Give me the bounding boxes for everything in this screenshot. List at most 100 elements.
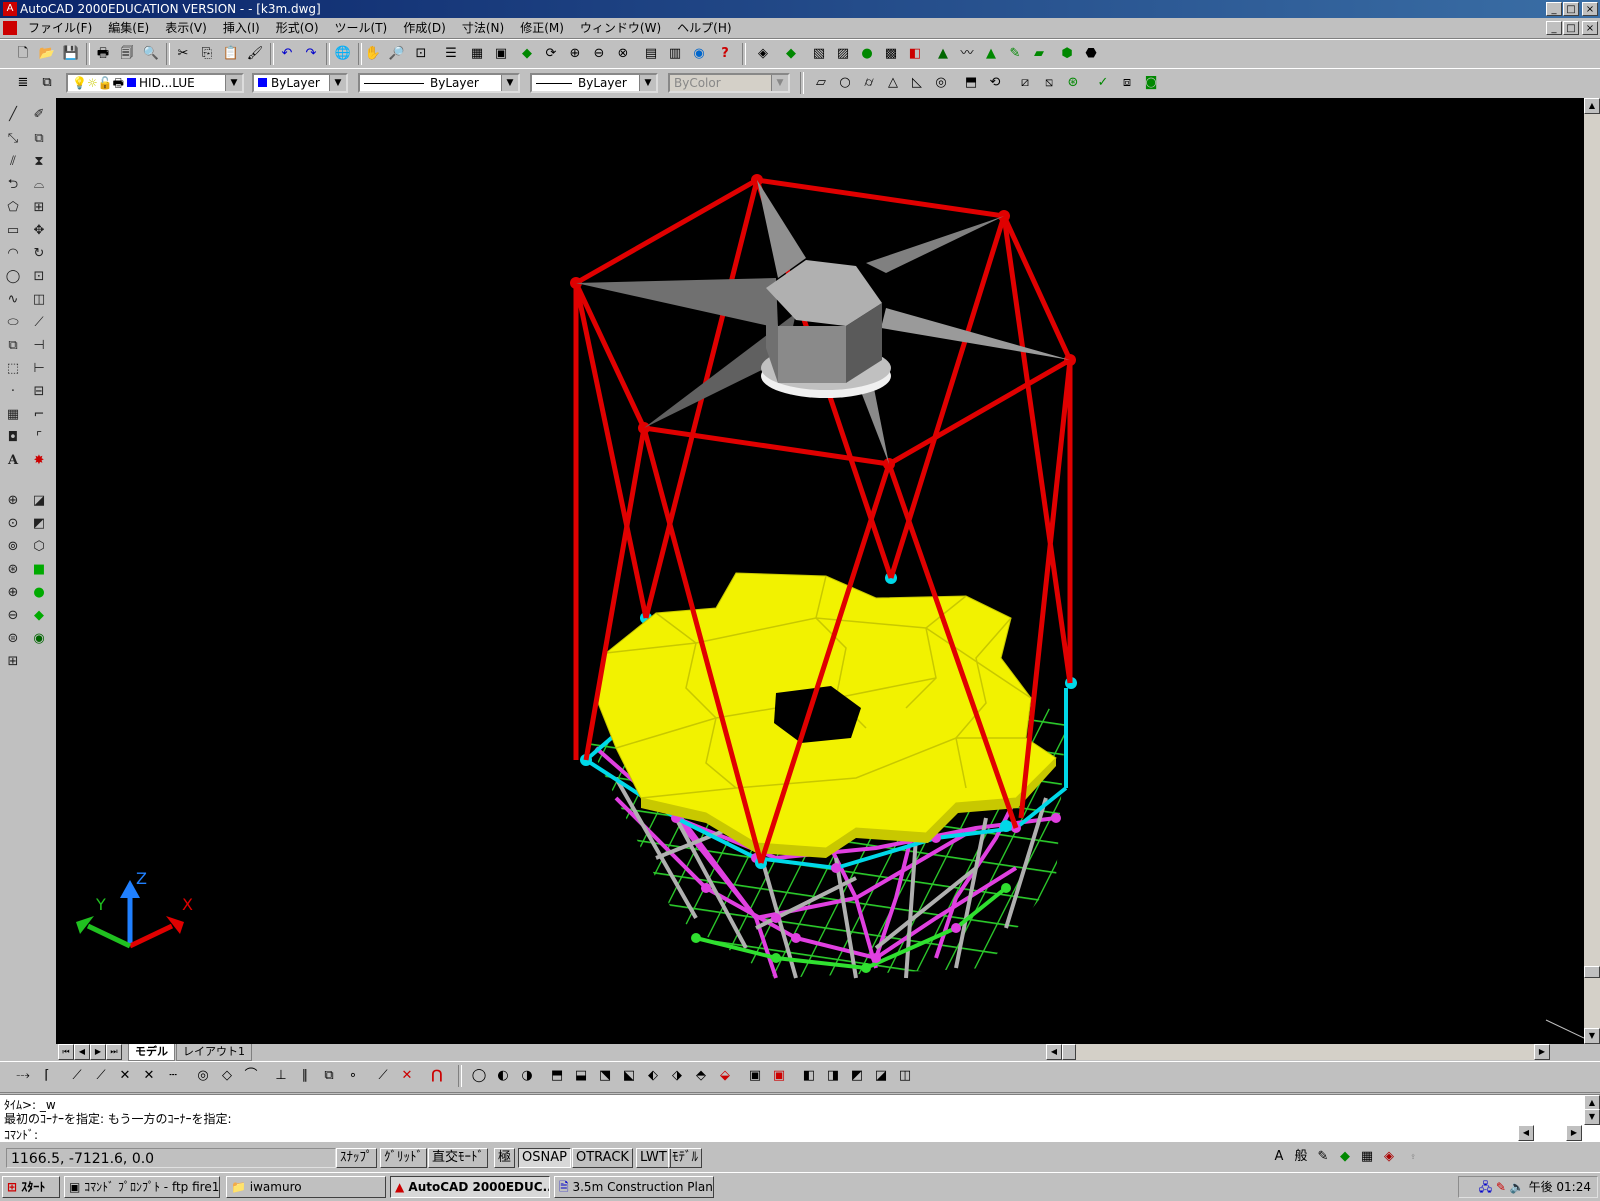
view-icon-d[interactable]: ▨ <box>832 43 854 65</box>
tab-prev-icon[interactable]: ◀ <box>74 1044 90 1060</box>
app-icon[interactable]: A <box>3 2 17 16</box>
snap-none-icon[interactable]: ✕ <box>396 1065 418 1087</box>
new-icon[interactable]: 🗋 <box>12 43 34 65</box>
snap-toggle[interactable]: ｽﾅｯﾌﾟ <box>336 1148 377 1168</box>
chevron-down-icon[interactable]: ▼ <box>639 75 656 91</box>
find-icon[interactable]: 🔍 <box>140 43 162 65</box>
snap-midpoint-icon[interactable]: ⟋ <box>90 1065 112 1087</box>
ime-mode-icon[interactable]: A <box>1268 1146 1290 1168</box>
view-icon-e[interactable]: ● <box>856 43 878 65</box>
snap-nearest-icon[interactable]: ⟋ <box>372 1065 394 1087</box>
copy-icon[interactable]: ⎘ <box>196 43 218 65</box>
extend-icon[interactable]: ⊢ <box>28 358 50 380</box>
tool-icon-f[interactable]: ⊗ <box>612 43 634 65</box>
subtract-icon[interactable]: ◐ <box>492 1065 514 1087</box>
scroll-left-icon[interactable]: ◀ <box>1046 1044 1062 1060</box>
tool-icon-b[interactable]: ◆ <box>516 43 538 65</box>
arc-icon[interactable]: ◠ <box>2 243 24 265</box>
snap-node-icon[interactable]: ∘ <box>342 1065 364 1087</box>
menu-draw[interactable]: 作成(D) <box>395 18 454 38</box>
mirror-icon[interactable]: ⧗ <box>28 151 50 173</box>
menu-view[interactable]: 表示(V) <box>157 18 215 38</box>
pen-icon[interactable]: ✎ <box>1496 1180 1506 1194</box>
setup-view-icon[interactable]: ⧈ <box>1116 72 1138 94</box>
pan-icon[interactable]: ✋ <box>362 43 384 65</box>
zoom-scale-icon[interactable]: ⊚ <box>2 536 24 558</box>
mline-icon[interactable]: ⫽ <box>2 151 24 173</box>
solid-edit-b-icon[interactable]: ⬓ <box>570 1065 592 1087</box>
snap-perpendicular-icon[interactable]: ⊥ <box>270 1065 292 1087</box>
color-dropdown[interactable]: ByLayer ▼ <box>252 73 348 93</box>
osnap-toggle[interactable]: OSNAP <box>518 1148 571 1168</box>
solid-edit-k-icon[interactable]: ◧ <box>798 1065 820 1087</box>
insert-block-icon[interactable]: ⧉ <box>2 335 24 357</box>
task-autocad[interactable]: ▲ AutoCAD 2000EDUC... <box>390 1176 550 1198</box>
print-icon[interactable]: 🖶 <box>92 43 114 65</box>
trim-icon[interactable]: ⊣ <box>28 335 50 357</box>
view-icon-h[interactable]: ▲ <box>932 43 954 65</box>
snap-apparent-icon[interactable]: ✕ <box>138 1065 160 1087</box>
preview-icon[interactable]: 🗐 <box>116 43 138 65</box>
point-icon[interactable]: · <box>2 381 24 403</box>
scene-icon[interactable]: ⬡ <box>28 536 50 558</box>
solid-edit-i-icon[interactable]: ▣ <box>744 1065 766 1087</box>
clock[interactable]: 午後 01:24 <box>1529 1180 1591 1194</box>
ime-tool-c-icon[interactable]: ▦ <box>1356 1146 1378 1168</box>
volume-icon[interactable]: 🔈 <box>1510 1180 1525 1194</box>
layer-dropdown[interactable]: 💡☼🔓🖶 HID...LUE ▼ <box>66 73 244 93</box>
circle-icon[interactable]: ◯ <box>2 266 24 288</box>
explode-icon[interactable]: ✸ <box>28 450 50 472</box>
scroll-right-icon[interactable]: ▶ <box>1534 1044 1550 1060</box>
tool-icon-c[interactable]: ⟳ <box>540 43 562 65</box>
command-window[interactable]: ﾀｲﾑ>: _w 最初のｺｰﾅｰを指定: もう一方のｺｰﾅｰを指定: ｺﾏﾝﾄﾞ… <box>0 1094 1600 1143</box>
view-icon-b[interactable]: ◆ <box>780 43 802 65</box>
zoom-out-icon[interactable]: ⊖ <box>2 605 24 627</box>
shade-icon[interactable]: ◆ <box>28 605 50 627</box>
tab-last-icon[interactable]: ⏭ <box>106 1044 122 1060</box>
line-icon[interactable]: ╱ <box>2 104 24 126</box>
close-button[interactable]: × <box>1582 2 1598 16</box>
render-icon[interactable]: ◩ <box>28 513 50 535</box>
solid-edit-c-icon[interactable]: ⬔ <box>594 1065 616 1087</box>
lineweight-dropdown[interactable]: ByLayer ▼ <box>530 73 658 93</box>
tool-icon-h[interactable]: ▥ <box>664 43 686 65</box>
doc-minimize-button[interactable]: _ <box>1546 21 1562 35</box>
snap-insert-icon[interactable]: ⧉ <box>318 1065 340 1087</box>
zoom-realtime-icon[interactable]: 🔎 <box>386 43 408 65</box>
view-icon-g[interactable]: ◧ <box>904 43 926 65</box>
ellipse-icon[interactable]: ⬭ <box>2 312 24 334</box>
offset-icon[interactable]: ⌓ <box>28 174 50 196</box>
task-iwamuro-folder[interactable]: 📁 iwamuro <box>226 1176 386 1198</box>
revolve-icon[interactable]: ⟲ <box>984 72 1006 94</box>
chevron-down-icon[interactable]: ▼ <box>329 75 346 91</box>
solid-edit-g-icon[interactable]: ⬘ <box>690 1065 712 1087</box>
polygon-icon[interactable]: ⬠ <box>2 197 24 219</box>
menu-dimension[interactable]: 寸法(N) <box>454 18 512 38</box>
maximize-button[interactable]: □ <box>1563 2 1579 16</box>
cmd-scroll-down-icon[interactable]: ▼ <box>1584 1109 1600 1125</box>
snap-center-icon[interactable]: ◎ <box>192 1065 214 1087</box>
menu-edit[interactable]: 編集(E) <box>100 18 157 38</box>
hatch-icon[interactable]: ▦ <box>2 404 24 426</box>
match-prop-icon[interactable]: 🖌 <box>244 43 266 65</box>
snap-intersection-icon[interactable]: ✕ <box>114 1065 136 1087</box>
ime-tool-a-icon[interactable]: ✎ <box>1312 1146 1334 1168</box>
scroll-thumb[interactable] <box>1584 966 1600 978</box>
rotate-icon[interactable]: ↻ <box>28 243 50 265</box>
union-icon[interactable]: ◯ <box>468 1065 490 1087</box>
snap-extension-icon[interactable]: ┄ <box>162 1065 184 1087</box>
spline-icon[interactable]: ∿ <box>2 289 24 311</box>
design-center-icon[interactable]: ▦ <box>466 43 488 65</box>
move-icon[interactable]: ✥ <box>28 220 50 242</box>
undo-icon[interactable]: ↶ <box>276 43 298 65</box>
drawing-viewport[interactable]: Z Y X <box>56 98 1584 1044</box>
ime-tool-d-icon[interactable]: ◈ <box>1378 1146 1400 1168</box>
h-scroll-thumb[interactable] <box>1062 1044 1076 1060</box>
chevron-down-icon[interactable]: ▼ <box>501 75 518 91</box>
solid-edit-f-icon[interactable]: ⬗ <box>666 1065 688 1087</box>
cmd-scroll-right-icon[interactable]: ▶ <box>1566 1125 1582 1141</box>
menu-help[interactable]: ヘルプ(H) <box>669 18 739 38</box>
xline-icon[interactable]: ⤡ <box>2 128 24 150</box>
tool-icon-g[interactable]: ▤ <box>640 43 662 65</box>
view-icon-c[interactable]: ▧ <box>808 43 830 65</box>
